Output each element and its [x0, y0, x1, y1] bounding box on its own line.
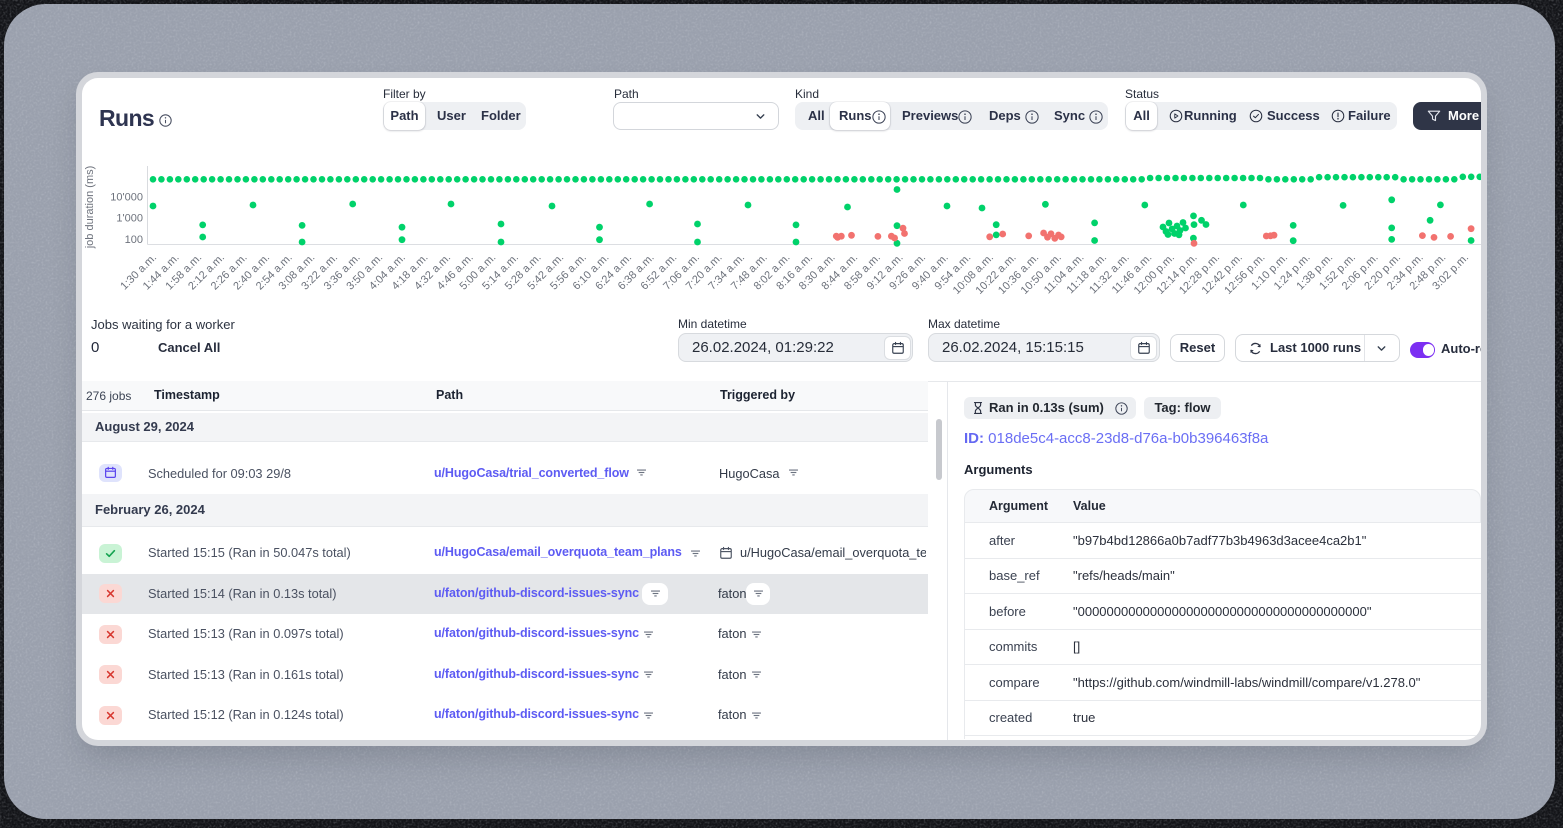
svg-text:100: 100	[125, 234, 143, 246]
svg-text:1'000: 1'000	[116, 213, 143, 225]
svg-text:10'000: 10'000	[110, 192, 143, 204]
svg-text:job duration (ms): job duration (ms)	[84, 166, 96, 250]
